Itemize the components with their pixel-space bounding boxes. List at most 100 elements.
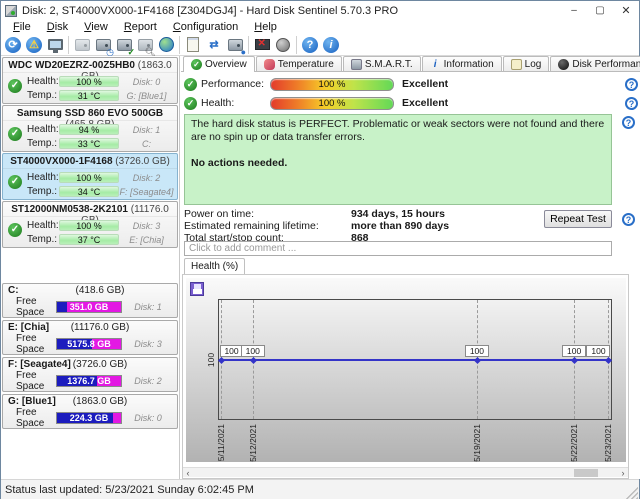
status-action-text: No actions needed. [191,157,605,170]
partition-card-g[interactable]: G: [Blue1](1863.0 GB) Free Space 224.3 G… [2,394,178,429]
temp-bar: 31 °C [59,90,119,101]
performance-rating: Excellent [402,78,448,90]
maximize-button[interactable]: ▢ [587,1,613,20]
power-on-label: Power on time: [184,208,351,220]
scrollbar-track[interactable] [193,468,618,477]
partition-size: (11176.0 GB) [53,322,147,333]
disk-ok-icon: ✓ [8,127,22,141]
free-space-label: Free Space [16,407,56,429]
partition-card-c[interactable]: C:(418.6 GB) Free Space 351.0 GB Disk: 1 [2,283,178,318]
report-icon[interactable] [183,35,203,55]
resize-grip[interactable] [626,487,638,499]
x-axis-date-label: 5/12/2021 [247,424,259,462]
disk-card-0[interactable]: WDC WD20EZRZ-00Z5HB0 (1863.0 GB) ✓ Healt… [2,57,178,104]
tab-log[interactable]: Log [503,56,550,71]
y-axis-label: 100 [206,352,216,366]
partition-card-e[interactable]: E: [Chia](11176.0 GB) Free Space 5175.8 … [2,320,178,355]
display-settings-icon[interactable] [45,35,65,55]
detect-disk-icon[interactable] [72,35,92,55]
health-help-icon[interactable]: ? [625,97,638,110]
scrollbar-thumb[interactable] [574,469,598,477]
sound-icon[interactable] [273,35,293,55]
health-bar: 94 % [59,124,119,135]
disk-name: ST12000NM0538-2K2101 [11,204,128,215]
tab-disk-performance[interactable]: Disk Performance [550,56,640,71]
performance-help-icon[interactable]: ? [625,78,638,91]
drive-letter: F: [Seagate4] [119,187,174,197]
disk-number: Disk: 1 [122,302,174,312]
partition-card-f[interactable]: F: [Seagate4](3726.0 GB) Free Space 1376… [2,357,178,392]
disk-card-2-selected[interactable]: ST4000VX000-1F4168 (3726.0 GB) ✓ Health:… [2,153,178,200]
close-button[interactable]: ✕ [613,1,639,20]
performance-label: Performance: [201,78,263,90]
data-point-label: 100 [586,345,610,357]
menu-configuration[interactable]: Configuration [165,21,246,33]
menu-bar: File Disk View Report Configuration Help [1,20,639,34]
comment-input[interactable] [184,241,612,256]
menu-file[interactable]: File [5,21,39,33]
disk-name: WDC WD20EZRZ-00Z5HB0 [8,60,135,71]
partition-size: (3726.0 GB) [53,359,147,370]
window-title: Disk: 2, ST4000VX000-1F4168 [Z304DGJ4] -… [22,5,398,17]
tab-overview[interactable]: ✓Overview [183,56,255,72]
disable-monitor-icon[interactable] [252,35,272,55]
data-point-label: 100 [465,345,489,357]
chart-plot-area: 100 1005/11/20211005/12/20211005/19/2021… [218,299,612,420]
alert-icon[interactable]: ⚠ [24,35,44,55]
free-space-value: 5175.8 GB [57,339,121,349]
performance-sphere-icon [558,59,569,70]
performance-ok-icon: ✓ [184,78,197,91]
toolbar-separator [179,36,180,54]
drive-letter: E: [Chia] [119,235,174,245]
scroll-right-arrow[interactable]: › [618,468,628,478]
hard-disk-sentinel-window: Disk: 2, ST4000VX000-1F4168 [Z304DGJ4] -… [0,0,640,499]
disk-ok-icon: ✓ [8,223,22,237]
data-point-label: 100 [562,345,586,357]
disk-number: Disk: 3 [119,221,174,231]
menu-disk[interactable]: Disk [39,21,76,33]
repeat-test-button[interactable]: Repeat Test [544,210,612,228]
minimize-button[interactable]: – [561,1,587,20]
disk-number: Disk: 2 [122,376,174,386]
partition-drive: C: [8,285,19,296]
temp-bar: 37 °C [59,234,119,245]
save-chart-icon[interactable] [190,282,204,296]
disk-card-1[interactable]: Samsung SSD 860 EVO 500GB (465.8 GB) ✓ H… [2,105,178,152]
remote-disk-icon[interactable]: ● [225,35,245,55]
tab-smart[interactable]: S.M.A.R.T. [343,56,421,71]
disk-size: (3726.0 GB) [115,156,169,167]
disk-number: Disk: 0 [122,413,174,423]
chart-horizontal-scrollbar[interactable]: ‹ › [183,467,628,477]
tab-information[interactable]: iInformation [422,56,502,71]
health-label: Health: [201,97,263,109]
status-bar: Status last updated: 5/23/2021 Sunday 6:… [1,479,639,499]
temp-bar: 34 °C [59,186,119,197]
free-space-label: Free Space [16,296,56,318]
menu-help[interactable]: Help [246,21,285,33]
status-help-icon[interactable]: ? [622,116,635,129]
disk-accept-icon[interactable]: ✓ [114,35,134,55]
disk-search-icon[interactable]: 🔍︎ [135,35,155,55]
partition-size: (1863.0 GB) [53,396,147,407]
help-icon[interactable]: ? [300,35,320,55]
menu-view[interactable]: View [76,21,116,33]
status-text: The hard disk status is PERFECT. Problem… [191,118,605,144]
information-icon[interactable]: i [321,35,341,55]
toolbar-separator [296,36,297,54]
scroll-left-arrow[interactable]: ‹ [183,468,193,478]
x-axis-date-label: 5/19/2021 [471,424,483,462]
disk-card-3[interactable]: ST12000NM0538-2K2101 (11176.0 GB) ✓ Heal… [2,201,178,248]
network-icon[interactable] [156,35,176,55]
repeat-test-help-icon[interactable]: ? [622,213,635,226]
sync-icon[interactable]: ⇄ [204,35,224,55]
health-label: Health: [27,172,59,183]
disk-number: Disk: 3 [122,339,174,349]
menu-report[interactable]: Report [116,21,165,33]
tab-temperature[interactable]: Temperature [256,56,342,71]
disk-clock-icon[interactable]: ◷ [93,35,113,55]
refresh-icon[interactable]: ⟳ [3,35,23,55]
health-chart-tab[interactable]: Health (%) [184,258,245,274]
disk-status-message: The hard disk status is PERFECT. Problem… [184,114,612,205]
drive-letter: G: [Blue1] [119,91,174,101]
free-space-bar: 224.3 GB [56,412,122,424]
